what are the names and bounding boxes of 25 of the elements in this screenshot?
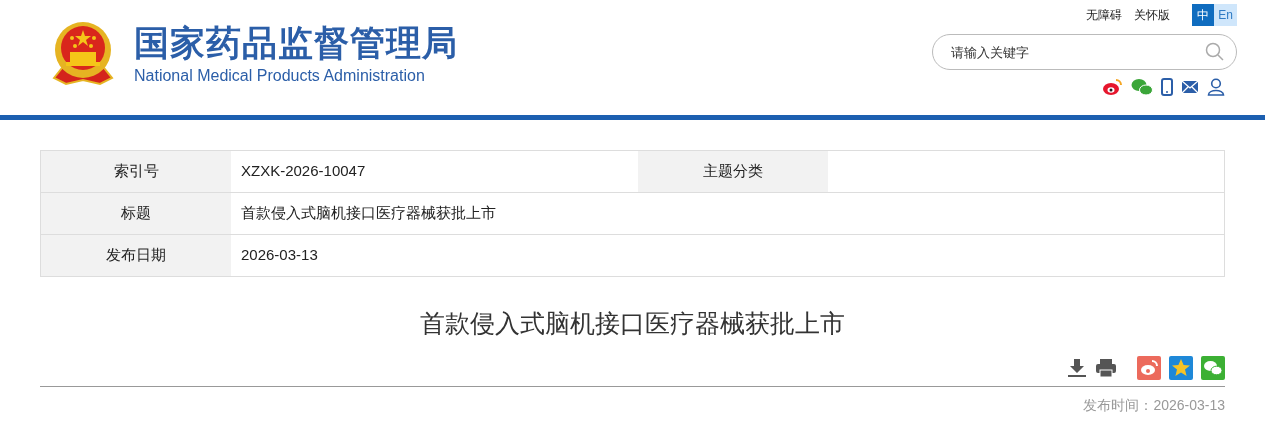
star-share-icon[interactable]	[1169, 355, 1193, 380]
table-label-cell: 发布日期	[41, 235, 231, 276]
print-icon[interactable]	[1095, 357, 1117, 378]
mail-icon[interactable]	[1181, 80, 1199, 94]
site-title: 国家药品监督管理局	[134, 21, 458, 65]
table-label-cell: 标题	[41, 193, 231, 234]
wechat-icon[interactable]	[1131, 78, 1153, 96]
search-field[interactable]: 请输入关键字	[932, 34, 1237, 70]
table-cell-text: 首款侵入式脑机接口医疗器械获批上市	[240, 203, 497, 224]
table-cell-text: 2026-03-13	[240, 245, 319, 266]
top-link[interactable]: 无障碍	[1086, 6, 1123, 24]
table-label-cell: 主题分类	[638, 151, 828, 192]
phone-icon[interactable]	[1161, 78, 1173, 96]
wechat-share-icon[interactable]	[1201, 355, 1225, 380]
article-title: 首款侵入式脑机接口医疗器械获批上市	[420, 308, 845, 339]
weibo-icon[interactable]	[1103, 78, 1123, 96]
user-icon[interactable]	[1207, 78, 1225, 96]
publish-time: 发布时间：2026-03-13	[1083, 395, 1225, 415]
table-cell-text: XZXK-2026-10047	[240, 161, 367, 182]
top-link[interactable]: 关怀版	[1134, 6, 1171, 24]
language-tab[interactable]: 中	[1192, 4, 1215, 26]
download-icon[interactable]	[1067, 357, 1087, 378]
table-label-cell: 索引号	[41, 151, 231, 192]
site-subtitle: National Medical Products Administration	[134, 65, 426, 86]
weibo-share-icon[interactable]	[1137, 355, 1161, 380]
